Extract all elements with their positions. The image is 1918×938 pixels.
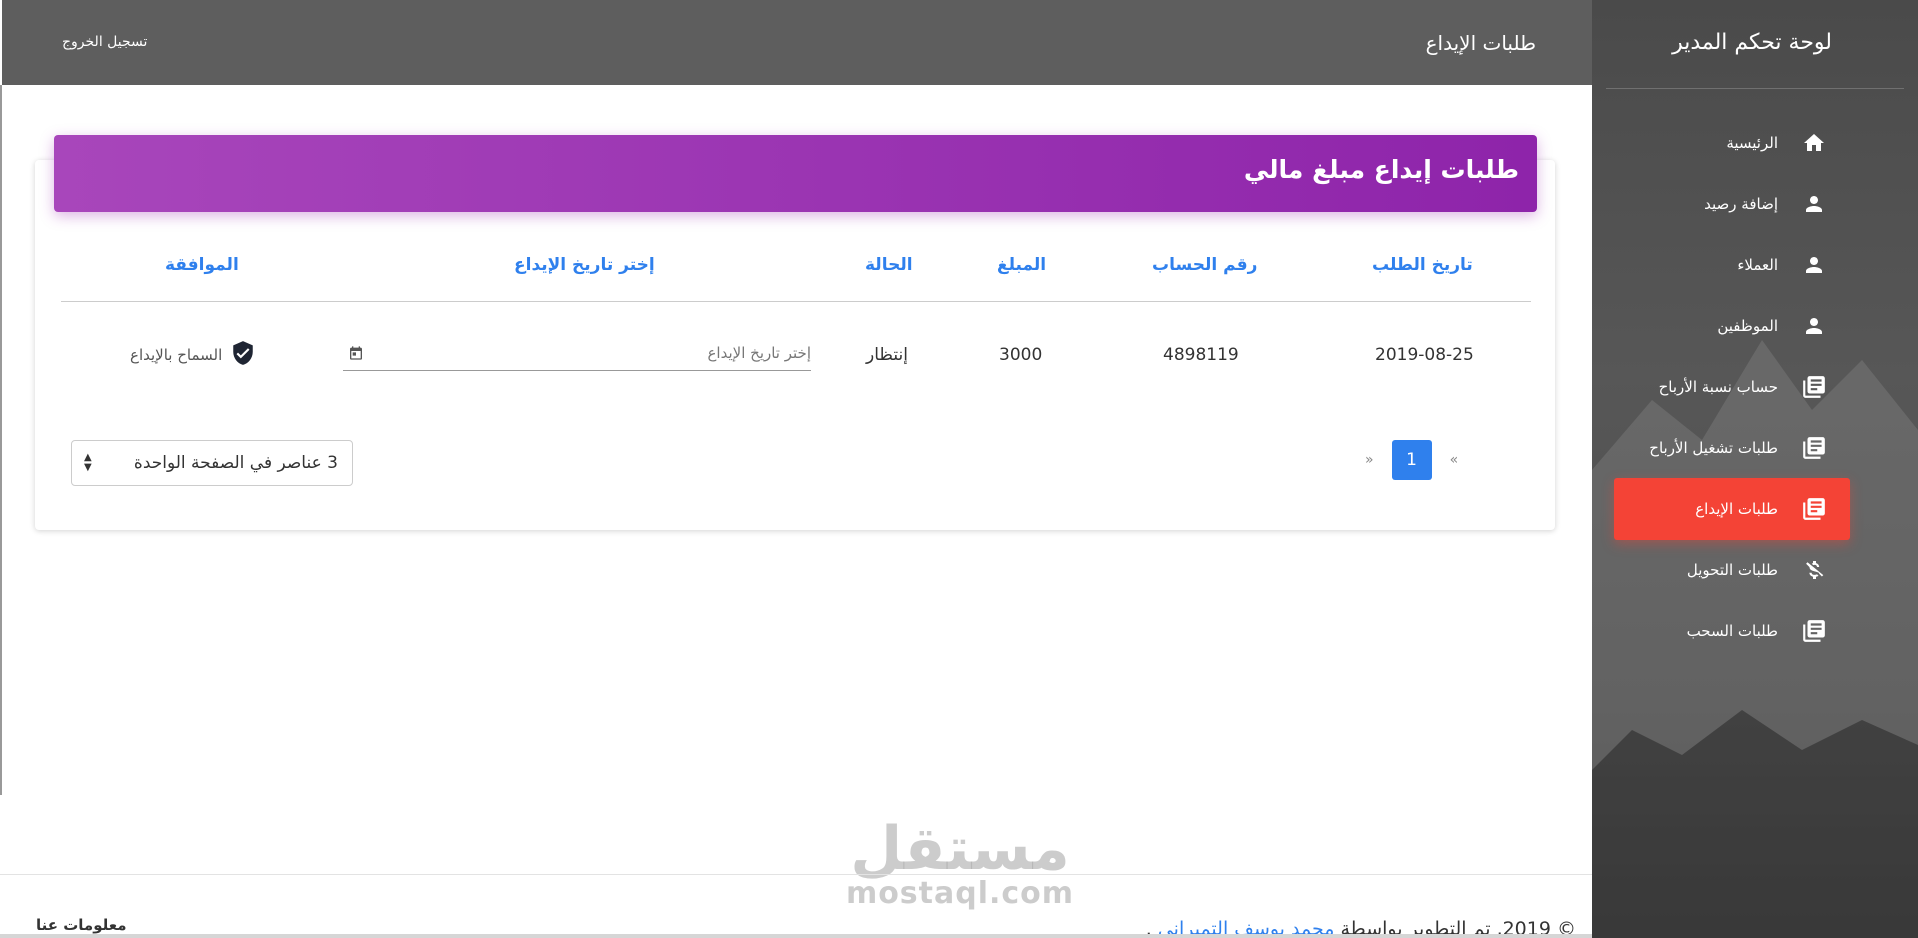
- sidebar: لوحة تحكم المدير الرئيسية إضافة رصيد الع…: [1592, 0, 1918, 938]
- sidebar-item-label: طلبات الإيداع: [1695, 500, 1778, 518]
- cell-request-date: 2019-08-25: [1375, 345, 1474, 365]
- sidebar-item-profit-requests[interactable]: طلبات تشغيل الأرباح: [1614, 417, 1850, 479]
- column-header-status: الحالة: [865, 255, 913, 275]
- select-arrows-icon: ▲ ▼: [84, 452, 92, 473]
- sidebar-item-deposit-requests[interactable]: طلبات الإيداع: [1614, 478, 1850, 540]
- sidebar-item-label: طلبات السحب: [1686, 622, 1778, 640]
- sidebar-item-label: إضافة رصيد: [1704, 195, 1778, 213]
- watermark: مستقل mostaql.com: [840, 818, 1080, 911]
- verified-shield-icon: [230, 340, 256, 370]
- pagination-prev[interactable]: «: [1450, 452, 1459, 468]
- sidebar-item-label: طلبات تشغيل الأرباح: [1649, 439, 1778, 457]
- pagination: » 1 «: [1365, 440, 1458, 480]
- sidebar-item-label: العملاء: [1737, 256, 1778, 274]
- money-off-icon: [1800, 556, 1828, 584]
- sidebar-item-home[interactable]: الرئيسية: [1614, 112, 1850, 174]
- calendar-icon[interactable]: [348, 345, 364, 361]
- cell-account-number: 4898119: [1163, 345, 1239, 365]
- top-bar: طلبات الإيداع تسجيل الخروج: [2, 0, 1592, 85]
- deposit-date-input[interactable]: [343, 335, 811, 371]
- left-edge-border: [0, 85, 2, 795]
- sidebar-item-add-balance[interactable]: إضافة رصيد: [1614, 173, 1850, 235]
- pagination-page-1[interactable]: 1: [1391, 440, 1432, 480]
- column-header-approval: الموافقة: [165, 255, 239, 275]
- person-icon: [1800, 251, 1828, 279]
- sidebar-item-clients[interactable]: العملاء: [1614, 234, 1850, 296]
- pagination-next[interactable]: »: [1365, 452, 1374, 468]
- cell-status: إنتظار: [866, 345, 908, 365]
- person-icon: [1800, 190, 1828, 218]
- allow-deposit-label: السماح بالإيداع: [130, 346, 223, 364]
- about-us-link[interactable]: معلومات عنا: [36, 916, 127, 934]
- library-books-icon: [1800, 373, 1828, 401]
- cell-amount: 3000: [999, 345, 1043, 365]
- person-icon: [1800, 312, 1828, 340]
- library-books-icon: [1800, 434, 1828, 462]
- library-books-icon: [1800, 617, 1828, 645]
- sidebar-item-label: حساب نسبة الأرباح: [1658, 378, 1778, 396]
- watermark-latin: mostaql.com: [845, 876, 1075, 911]
- library-books-icon: [1800, 495, 1828, 523]
- sidebar-item-profit-ratio[interactable]: حساب نسبة الأرباح: [1614, 356, 1850, 418]
- sidebar-item-transfer-requests[interactable]: طلبات التحويل: [1614, 539, 1850, 601]
- page-title: طلبات الإيداع: [1425, 31, 1536, 55]
- sidebar-divider: [1606, 88, 1904, 89]
- sidebar-item-label: طلبات التحويل: [1686, 561, 1778, 579]
- watermark-arabic: مستقل: [850, 814, 1070, 884]
- sidebar-item-employees[interactable]: الموظفين: [1614, 295, 1850, 357]
- items-per-page-value: 3 عناصر في الصفحة الواحدة: [133, 453, 338, 473]
- allow-deposit-button[interactable]: السماح بالإيداع: [130, 340, 256, 370]
- sidebar-item-label: الموظفين: [1717, 317, 1778, 335]
- bottom-bar: [0, 934, 1592, 938]
- sidebar-item-label: الرئيسية: [1726, 134, 1778, 152]
- footer-divider: [0, 874, 1592, 875]
- card-title: طلبات إيداع مبلغ مالي: [1243, 155, 1519, 184]
- sidebar-item-withdraw-requests[interactable]: طلبات السحب: [1614, 600, 1850, 662]
- home-icon: [1800, 129, 1828, 157]
- card-header: طلبات إيداع مبلغ مالي: [54, 135, 1537, 212]
- logout-link[interactable]: تسجيل الخروج: [62, 34, 147, 50]
- column-header-deposit-date: إختر تاريخ الإيداع: [514, 255, 655, 275]
- items-per-page-select[interactable]: 3 عناصر في الصفحة الواحدة ▲ ▼: [71, 440, 353, 486]
- column-header-amount: المبلغ: [997, 255, 1047, 275]
- sidebar-title: لوحة تحكم المدير: [1672, 30, 1832, 55]
- column-header-request-date: تاريخ الطلب: [1372, 255, 1473, 275]
- table-header-divider: [61, 301, 1531, 302]
- column-header-account-number: رقم الحساب: [1152, 255, 1258, 275]
